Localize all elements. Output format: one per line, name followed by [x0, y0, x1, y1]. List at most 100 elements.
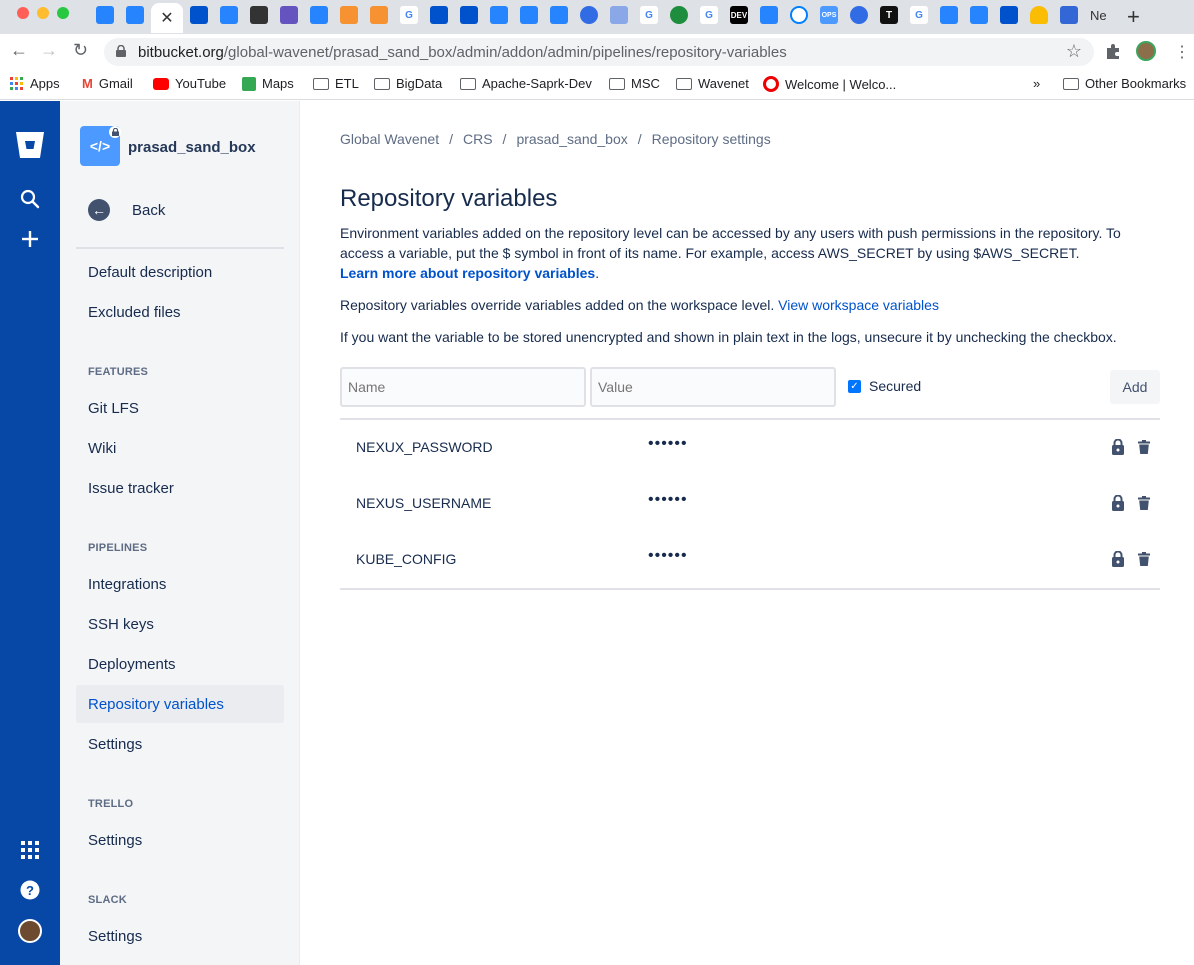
back-arrow-icon[interactable]: ←	[10, 40, 28, 61]
sidebar-item-pipelines-settings[interactable]: Settings	[76, 725, 284, 763]
bookmark-welcome[interactable]: Welcome | Welco...	[763, 76, 896, 92]
tab-hexagon-icon[interactable]	[280, 6, 298, 24]
tab-atlassian-icon[interactable]	[460, 6, 478, 24]
sidebar-item-git-lfs[interactable]: Git LFS	[76, 389, 284, 427]
address-bar[interactable]: bitbucket.org/global-wavenet/prasad_sand…	[104, 38, 1094, 66]
add-variable-button[interactable]: Add	[1110, 370, 1160, 404]
sidebar-item-issue-tracker[interactable]: Issue tracker	[76, 469, 284, 507]
sidebar-item-repository-variables[interactable]: Repository variables	[76, 685, 284, 723]
secured-label: Secured	[869, 378, 922, 394]
extensions-puzzle-icon[interactable]	[1104, 42, 1122, 60]
tab-bitbucket-icon[interactable]	[490, 6, 508, 24]
tab-atlassian-icon[interactable]	[126, 6, 144, 24]
bookmark-folder-bigdata[interactable]: BigData	[374, 76, 442, 91]
bookmark-apps[interactable]: Apps	[10, 76, 60, 91]
tab-green-icon[interactable]	[670, 6, 688, 24]
bookmark-maps[interactable]: Maps	[242, 76, 294, 91]
variable-name-input[interactable]	[340, 367, 586, 407]
tab-t-icon[interactable]: T	[880, 6, 898, 24]
tab-gcloud-icon[interactable]	[1030, 6, 1048, 24]
apps-grid-icon	[10, 76, 23, 90]
bookmarks-overflow-chevron-icon[interactable]: »	[1033, 76, 1040, 91]
tab-bitbucket-icon[interactable]	[970, 6, 988, 24]
url-text[interactable]: bitbucket.org/global-wavenet/prasad_sand…	[138, 44, 787, 61]
tab-digitalocean-icon[interactable]	[790, 6, 808, 24]
back-button[interactable]: ← Back	[88, 199, 165, 221]
lock-icon[interactable]	[1112, 551, 1124, 567]
tab-bitbucket-icon[interactable]	[550, 6, 568, 24]
window-zoom-button[interactable]	[57, 7, 69, 19]
sidebar-item-trello-settings[interactable]: Settings	[76, 821, 284, 859]
tab-shield-icon[interactable]	[1060, 6, 1078, 24]
sidebar-item-slack-settings[interactable]: Settings	[76, 917, 284, 955]
variable-value-input[interactable]	[590, 367, 836, 407]
search-icon[interactable]	[0, 189, 60, 209]
window-close-button[interactable]	[17, 7, 29, 19]
repository-name[interactable]: prasad_sand_box	[128, 139, 256, 156]
help-question-icon[interactable]: ?	[0, 880, 60, 900]
tab-grafana-icon[interactable]	[340, 6, 358, 24]
tab-google-icon[interactable]: G	[700, 6, 718, 24]
breadcrumb-workspace[interactable]: Global Wavenet	[340, 131, 439, 147]
tab-shield-icon[interactable]	[250, 6, 268, 24]
bookmark-folder-etl[interactable]: ETL	[313, 76, 359, 91]
breadcrumb-project[interactable]: CRS	[463, 131, 493, 147]
tab-atlassian-icon[interactable]	[1000, 6, 1018, 24]
view-workspace-variables-link[interactable]: View workspace variables	[778, 297, 939, 313]
tab-kubernetes-icon[interactable]	[580, 6, 598, 24]
bookmark-folder-apache[interactable]: Apache-Saprk-Dev	[460, 76, 592, 91]
breadcrumb-repository-settings[interactable]: Repository settings	[652, 131, 771, 147]
tab-title-truncated[interactable]: Ne	[1090, 8, 1107, 23]
bookmark-star-icon[interactable]: ☆	[1066, 41, 1082, 62]
secured-checkbox[interactable]: ✓	[848, 380, 861, 393]
tab-bitbucket-icon[interactable]	[760, 6, 778, 24]
bookmark-other-bookmarks[interactable]: Other Bookmarks	[1063, 76, 1186, 91]
tab-ops-icon[interactable]: OPS	[820, 6, 838, 24]
app-switcher-grid-icon[interactable]	[0, 841, 60, 859]
sidebar-item-default-description[interactable]: Default description	[76, 253, 284, 291]
reload-icon[interactable]: ↻	[73, 40, 88, 61]
learn-more-link[interactable]: Learn more about repository variables	[340, 265, 595, 281]
tab-google-icon[interactable]: G	[400, 6, 418, 24]
bookmark-folder-wavenet[interactable]: Wavenet	[676, 76, 749, 91]
sidebar-item-wiki[interactable]: Wiki	[76, 429, 284, 467]
table-bottom-border	[340, 588, 1160, 590]
tab-dev-icon[interactable]: DEV	[730, 6, 748, 24]
bookmark-youtube[interactable]: YouTube	[153, 76, 226, 91]
sidebar-item-deployments[interactable]: Deployments	[76, 645, 284, 683]
breadcrumb-repository[interactable]: prasad_sand_box	[516, 131, 627, 147]
forward-arrow-icon[interactable]: →	[40, 40, 58, 61]
sidebar-item-excluded-files[interactable]: Excluded files	[76, 293, 284, 331]
lock-icon[interactable]	[1112, 439, 1124, 455]
trash-icon[interactable]	[1138, 552, 1150, 566]
bookmark-folder-msc[interactable]: MSC	[609, 76, 660, 91]
sidebar-item-ssh-keys[interactable]: SSH keys	[76, 605, 284, 643]
profile-avatar[interactable]	[1136, 41, 1156, 61]
tab-atlassian-icon[interactable]	[430, 6, 448, 24]
user-avatar[interactable]	[0, 919, 60, 943]
bookmark-label: Gmail	[98, 76, 133, 91]
tab-atlassian-icon[interactable]	[190, 6, 208, 24]
trash-icon[interactable]	[1138, 440, 1150, 454]
tab-bitbucket-icon[interactable]	[220, 6, 238, 24]
lock-icon[interactable]	[1112, 495, 1124, 511]
sidebar-heading-slack: SLACK	[88, 894, 127, 906]
create-plus-icon[interactable]	[0, 229, 60, 249]
tab-bitbucket-icon[interactable]	[96, 6, 114, 24]
bookmark-gmail[interactable]: M Gmail	[82, 76, 133, 91]
tab-google-icon[interactable]: G	[640, 6, 658, 24]
tab-bitbucket-icon[interactable]	[940, 6, 958, 24]
window-minimize-button[interactable]	[37, 7, 49, 19]
tab-google-icon[interactable]: G	[910, 6, 928, 24]
more-menu-icon[interactable]: ⋮	[1174, 42, 1190, 62]
trash-icon[interactable]	[1138, 496, 1150, 510]
tab-kubernetes-icon[interactable]	[610, 6, 628, 24]
tab-bitbucket-icon[interactable]	[310, 6, 328, 24]
sidebar-item-integrations[interactable]: Integrations	[76, 565, 284, 603]
tab-bitbucket-icon[interactable]	[520, 6, 538, 24]
tab-kubernetes-icon[interactable]	[850, 6, 868, 24]
new-tab-button[interactable]: +	[1127, 4, 1140, 30]
active-tab-close-icon[interactable]: ✕	[151, 3, 183, 33]
tab-grafana-icon[interactable]	[370, 6, 388, 24]
bitbucket-logo-icon[interactable]	[0, 131, 60, 159]
